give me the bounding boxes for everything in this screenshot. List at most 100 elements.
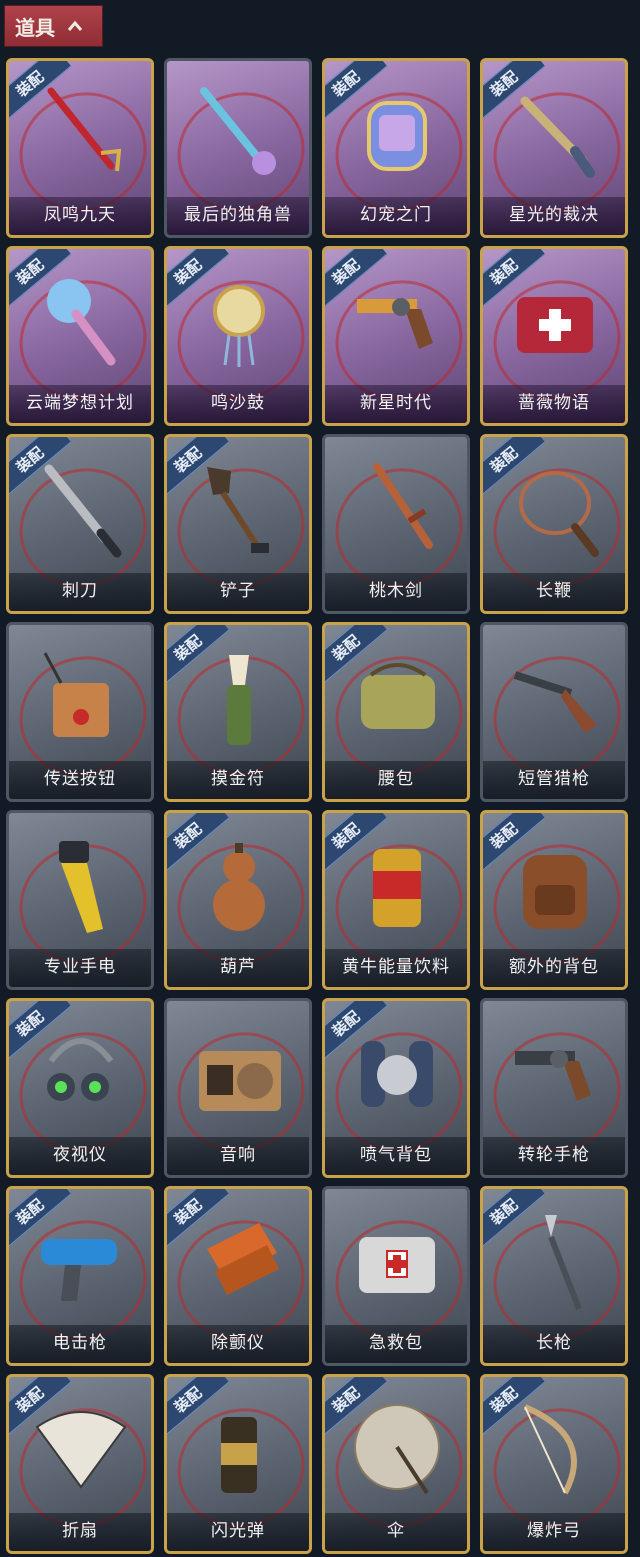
item-name: 长枪 (483, 1325, 625, 1363)
item-name: 腰包 (325, 761, 467, 799)
item-card[interactable]: 装配 夜视仪 (6, 998, 154, 1178)
item-card[interactable]: 装配 摸金符 (164, 622, 312, 802)
umbrella-icon (354, 1404, 440, 1495)
sword-icon (47, 87, 122, 172)
item-card[interactable]: 装配 爆炸弓 (480, 1374, 628, 1554)
energy-can-icon (373, 849, 421, 927)
item-name: 闪光弹 (167, 1513, 309, 1551)
teleport-button-icon (43, 652, 109, 737)
item-card[interactable]: 急救包 (322, 1186, 470, 1366)
item-card[interactable]: 装配 新星时代 (322, 246, 470, 426)
item-card[interactable]: 最后的独角兽 (164, 58, 312, 238)
talisman-icon (227, 655, 251, 745)
gourd-icon (213, 843, 265, 931)
item-name: 短管猎枪 (483, 761, 625, 799)
item-name: 伞 (325, 1513, 467, 1551)
shock-gun-icon (41, 1239, 117, 1301)
mace-icon (47, 279, 116, 366)
first-aid-icon (359, 1237, 435, 1293)
item-name: 长鞭 (483, 573, 625, 611)
item-name: 急救包 (325, 1325, 467, 1363)
chevron-up-icon (67, 20, 83, 31)
item-name: 除颤仪 (167, 1325, 309, 1363)
item-card[interactable]: 音响 (164, 998, 312, 1178)
item-name: 凤鸣九天 (9, 197, 151, 235)
item-name: 幻宠之门 (325, 197, 467, 235)
item-card[interactable]: 装配 凤鸣九天 (6, 58, 154, 238)
item-name: 摸金符 (167, 761, 309, 799)
item-card[interactable]: 装配 电击枪 (6, 1186, 154, 1366)
backpack-icon (523, 855, 587, 929)
item-name: 专业手电 (9, 949, 151, 987)
item-card[interactable]: 装配 黄牛能量饮料 (322, 810, 470, 990)
item-name: 喷气背包 (325, 1137, 467, 1175)
item-card[interactable]: 装配 额外的背包 (480, 810, 628, 990)
item-card[interactable]: 装配 折扇 (6, 1374, 154, 1554)
drum-charm-icon (213, 285, 265, 367)
item-name: 蔷薇物语 (483, 385, 625, 423)
item-card[interactable]: 桃木剑 (322, 434, 470, 614)
item-card[interactable]: 专业手电 (6, 810, 154, 990)
item-card[interactable]: 转轮手枪 (480, 998, 628, 1178)
item-name: 额外的背包 (483, 949, 625, 987)
item-name: 葫芦 (167, 949, 309, 987)
folding-fan-icon (35, 1411, 127, 1489)
flashbang-icon (221, 1417, 257, 1493)
item-name: 星光的裁决 (483, 197, 625, 235)
bow-icon (523, 1404, 577, 1495)
item-card[interactable]: 装配 星光的裁决 (480, 58, 628, 238)
wooden-sword-icon (373, 463, 433, 549)
bayonet-icon (44, 464, 122, 558)
item-card[interactable]: 装配 云端梦想计划 (6, 246, 154, 426)
revolver-icon (515, 1050, 591, 1101)
item-name: 电击枪 (9, 1325, 151, 1363)
item-card[interactable]: 装配 鸣沙鼓 (164, 246, 312, 426)
item-card[interactable]: 装配 刺刀 (6, 434, 154, 614)
item-name: 爆炸弓 (483, 1513, 625, 1551)
item-card[interactable]: 装配 长枪 (480, 1186, 628, 1366)
night-vision-icon (47, 1038, 114, 1101)
whip-icon (519, 471, 599, 557)
pet-device-icon (367, 101, 427, 171)
defibrillator-icon (207, 1223, 279, 1295)
item-card[interactable]: 装配 闪光弹 (164, 1374, 312, 1554)
flintlock-icon (520, 96, 595, 178)
item-card[interactable]: 装配 喷气背包 (322, 998, 470, 1178)
radio-icon (199, 1051, 281, 1111)
item-card[interactable]: 传送按钮 (6, 622, 154, 802)
spear-icon (545, 1215, 582, 1311)
shovel-icon (207, 467, 269, 553)
item-name: 黄牛能量饮料 (325, 949, 467, 987)
item-name: 桃木剑 (325, 573, 467, 611)
item-card[interactable]: 短管猎枪 (480, 622, 628, 802)
item-card[interactable]: 装配 长鞭 (480, 434, 628, 614)
item-name: 鸣沙鼓 (167, 385, 309, 423)
item-card[interactable]: 装配 铲子 (164, 434, 312, 614)
props-tab-label: 道具 (15, 15, 55, 40)
item-card[interactable]: 装配 腰包 (322, 622, 470, 802)
props-tab[interactable]: 道具 (4, 5, 103, 47)
shotgun-icon (513, 671, 597, 733)
item-card[interactable]: 装配 幻宠之门 (322, 58, 470, 238)
item-name: 新星时代 (325, 385, 467, 423)
item-name: 铲子 (167, 573, 309, 611)
flashlight-icon (59, 841, 103, 933)
revolver-icon (357, 298, 433, 349)
medkit-icon (517, 297, 593, 353)
item-name: 音响 (167, 1137, 309, 1175)
item-card[interactable]: 装配 蔷薇物语 (480, 246, 628, 426)
item-name: 刺刀 (9, 573, 151, 611)
item-name: 传送按钮 (9, 761, 151, 799)
unicorn-lance-icon (200, 87, 276, 175)
item-name: 最后的独角兽 (167, 197, 309, 235)
item-card[interactable]: 装配伞 (322, 1374, 470, 1554)
item-grid: 装配 凤鸣九天 最后的独角兽 装配 幻宠之门 装配 星光的裁决 装配 云端梦想计划 装配 鸣沙鼓 装配… (6, 58, 628, 1554)
item-name: 夜视仪 (9, 1137, 151, 1175)
jetpack-icon (361, 1041, 433, 1107)
item-name: 云端梦想计划 (9, 385, 151, 423)
item-name: 折扇 (9, 1513, 151, 1551)
waist-bag-icon (361, 663, 435, 729)
item-card[interactable]: 装配 葫芦 (164, 810, 312, 990)
item-card[interactable]: 装配 除颤仪 (164, 1186, 312, 1366)
item-name: 转轮手枪 (483, 1137, 625, 1175)
